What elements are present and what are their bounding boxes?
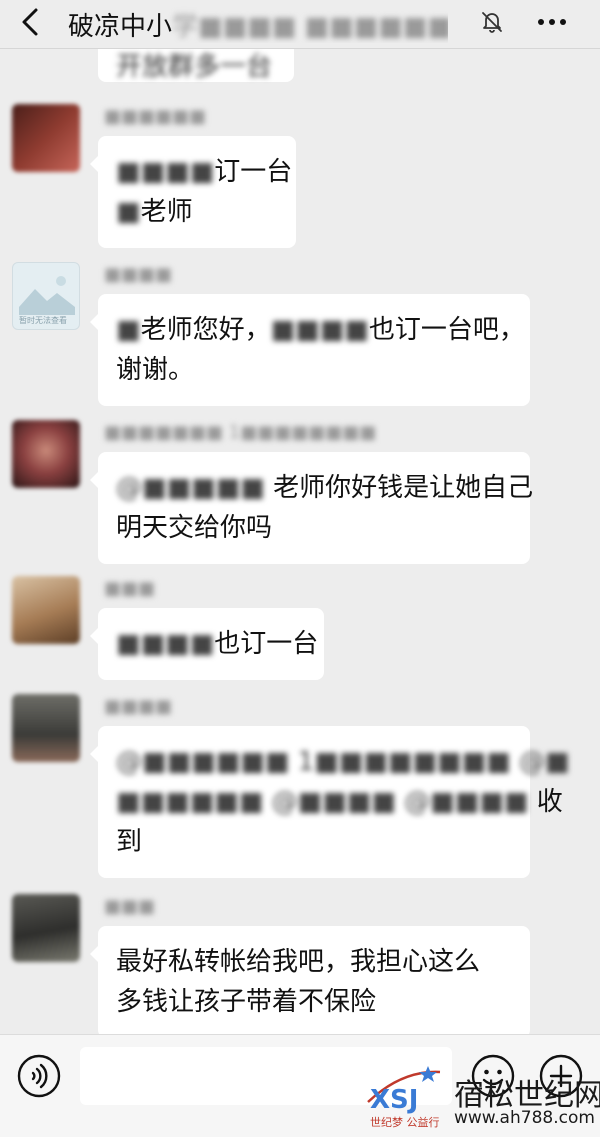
message-bubble[interactable]: 最好私转帐给我吧，我担心这么 多钱让孩子带着不保险: [90, 926, 530, 1034]
chat-title-visible: 破凉中小: [68, 12, 173, 42]
message-line: ■老师您好，■■■■也订一台吧，: [116, 310, 525, 350]
sender-name: ■■■■■■■ 1■■■■■■■■: [104, 422, 377, 443]
message-line: ■■■■也订一台: [116, 624, 318, 664]
redacted-text: ■■■■: [116, 629, 215, 659]
message-input[interactable]: [80, 1047, 452, 1105]
message-line: @■■■■■■ 1■■■■■■■■ @■: [116, 742, 570, 782]
redacted-text: ■: [116, 315, 141, 345]
message-bubble[interactable]: @■■■■■ 老师你好钱是让她自己 明天交给你吗: [90, 452, 533, 564]
sender-name: ■■■: [104, 896, 156, 917]
sender-name: ■■■■: [104, 264, 173, 285]
chevron-left-icon: [22, 8, 38, 36]
message-line: ■老师: [116, 192, 278, 232]
redacted-text: ■■■■■■ @■■■■ @■■■■: [116, 787, 529, 817]
chat-message-list[interactable]: 开放群多一台 ■■■■■■ ■■■■订一台 ■老师 暂时无法查看 ■■■■ ■老…: [0, 48, 600, 1034]
partial-message-text: 开放群多一台: [116, 52, 273, 82]
avatar[interactable]: [12, 694, 80, 762]
emoji-icon: [471, 1054, 515, 1098]
sender-name: ■■■■■■: [104, 106, 207, 127]
redacted-text: ■: [116, 197, 141, 227]
message-line: ■■■■■■ @■■■■ @■■■■ 收: [116, 782, 563, 822]
sender-name: ■■■■: [104, 696, 173, 717]
message-text: 老师您好，: [140, 315, 271, 345]
avatar-caption: 暂时无法查看: [19, 316, 67, 325]
emoji-button[interactable]: [470, 1053, 516, 1099]
message-text: 谢谢。: [116, 355, 195, 385]
redacted-text: @■■■■■■ 1■■■■■■■■ @■: [116, 747, 570, 777]
voice-icon: [17, 1054, 61, 1098]
avatar[interactable]: [12, 894, 80, 962]
more-button[interactable]: [532, 6, 572, 38]
message-text: 最好私转帐给我吧，我担心这么: [116, 947, 481, 977]
back-button[interactable]: [12, 2, 52, 42]
message-line: @■■■■■ 老师你好钱是让她自己: [116, 468, 533, 508]
avatar[interactable]: [12, 104, 80, 172]
message-bubble[interactable]: ■■■■订一台 ■老师: [90, 136, 296, 248]
partial-message-bubble[interactable]: 开放群多一台: [98, 48, 294, 82]
message-bubble[interactable]: @■■■■■■ 1■■■■■■■■ @■ ■■■■■■ @■■■■ @■■■■ …: [90, 726, 570, 878]
message-text: 多钱让孩子带着不保险: [116, 987, 377, 1017]
chat-title-redacted: 学■■■■ ■■■■■■(■■): [172, 12, 448, 42]
message-line: ■■■■订一台: [116, 152, 292, 192]
redacted-text: ■■■■: [270, 315, 369, 345]
redacted-text: ■■■■: [116, 157, 215, 187]
bell-off-icon: [478, 8, 506, 36]
message-bubble[interactable]: ■■■■也订一台: [90, 608, 324, 680]
chat-header: 破凉中小学■■■■ ■■■■■■(■■): [0, 0, 600, 49]
chat-title[interactable]: 破凉中小学■■■■ ■■■■■■(■■): [68, 6, 448, 43]
message-text: 也订一台吧，: [368, 315, 525, 345]
message-line: 最好私转帐给我吧，我担心这么: [116, 942, 512, 982]
message-text: 明天交给你吗: [116, 513, 273, 543]
message-line: 明天交给你吗: [116, 508, 512, 548]
message-line: 谢谢。: [116, 350, 512, 390]
message-text: 收: [528, 787, 563, 817]
avatar[interactable]: 暂时无法查看: [12, 262, 80, 330]
message-text: 也订一台: [214, 629, 319, 659]
message-text: 老师: [140, 197, 193, 227]
message-line: 多钱让孩子带着不保险: [116, 982, 512, 1022]
avatar[interactable]: [12, 420, 80, 488]
voice-button[interactable]: [16, 1053, 62, 1099]
message-bubble[interactable]: ■老师您好，■■■■也订一台吧， 谢谢。: [90, 294, 530, 406]
redacted-text: @■■■■■: [116, 473, 265, 503]
ellipsis-icon: [538, 19, 566, 25]
message-text: 老师你好钱是让她自己: [264, 473, 534, 503]
message-composer: [0, 1034, 600, 1137]
sender-name: ■■■: [104, 578, 156, 599]
message-text: 到: [116, 827, 143, 857]
more-actions-button[interactable]: [538, 1053, 584, 1099]
plus-icon: [539, 1054, 583, 1098]
message-line: 到: [116, 822, 512, 862]
avatar[interactable]: [12, 576, 80, 644]
message-text: 订一台: [214, 157, 293, 187]
